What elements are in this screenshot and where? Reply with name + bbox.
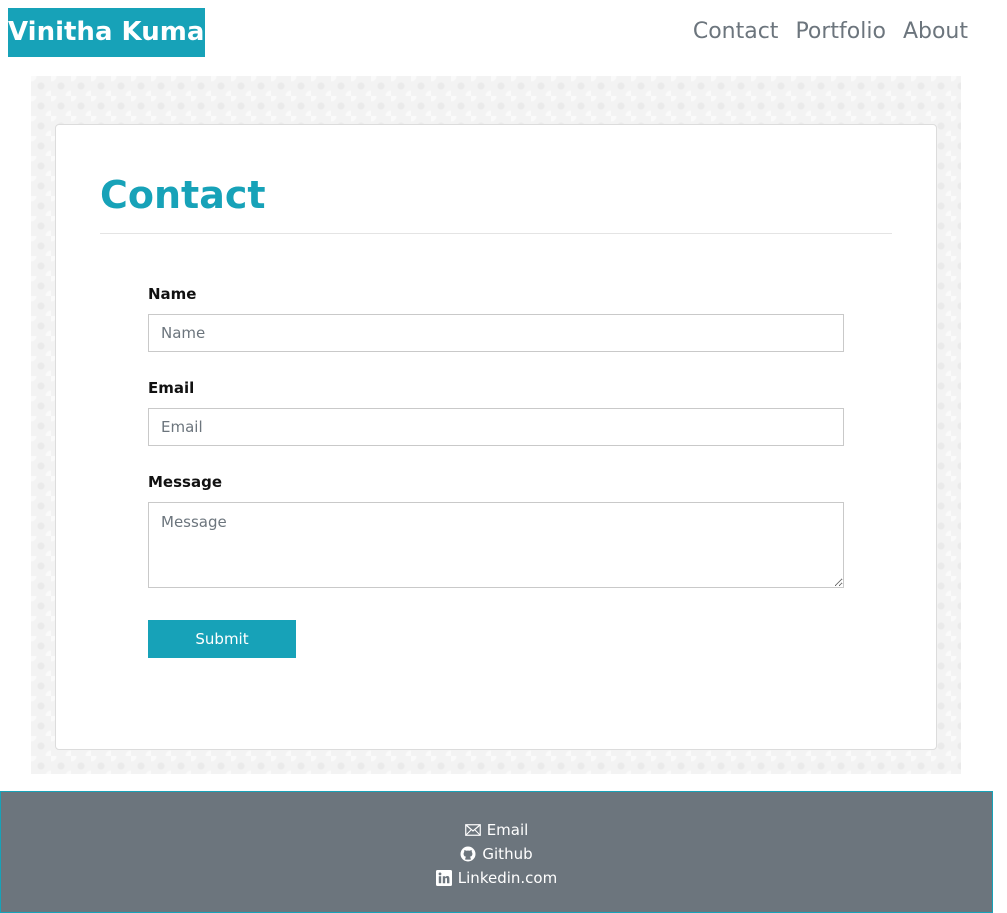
nav-contact-link[interactable]: Contact [693, 16, 779, 48]
nav-about-link[interactable]: About [903, 16, 968, 48]
footer-github-label: Github [482, 845, 533, 863]
footer-linkedin-link[interactable]: Linkedin.com [435, 867, 558, 889]
footer-linkedin-label: Linkedin.com [457, 869, 558, 887]
github-icon [460, 846, 476, 862]
brand-logo[interactable]: Vinitha Kumar [8, 8, 217, 57]
page-title: Contact [100, 173, 266, 217]
email-input[interactable] [148, 408, 844, 446]
title-divider [100, 233, 892, 234]
name-label: Name [148, 285, 197, 303]
contact-card: Contact Name Email Message Submit [55, 124, 937, 750]
footer-email-link[interactable]: Email [464, 819, 529, 841]
message-textarea[interactable] [148, 502, 844, 588]
message-label: Message [148, 473, 222, 491]
main-nav: Contact Portfolio About [693, 16, 968, 48]
name-input[interactable] [148, 314, 844, 352]
submit-button[interactable]: Submit [148, 620, 296, 658]
nav-portfolio-link[interactable]: Portfolio [795, 16, 886, 48]
footer-github-link[interactable]: Github [460, 843, 533, 865]
envelope-icon [464, 824, 481, 836]
email-label: Email [148, 379, 195, 397]
footer: Email Github Linkedin.com [0, 791, 993, 913]
linkedin-icon [435, 870, 452, 886]
footer-email-label: Email [486, 821, 529, 839]
